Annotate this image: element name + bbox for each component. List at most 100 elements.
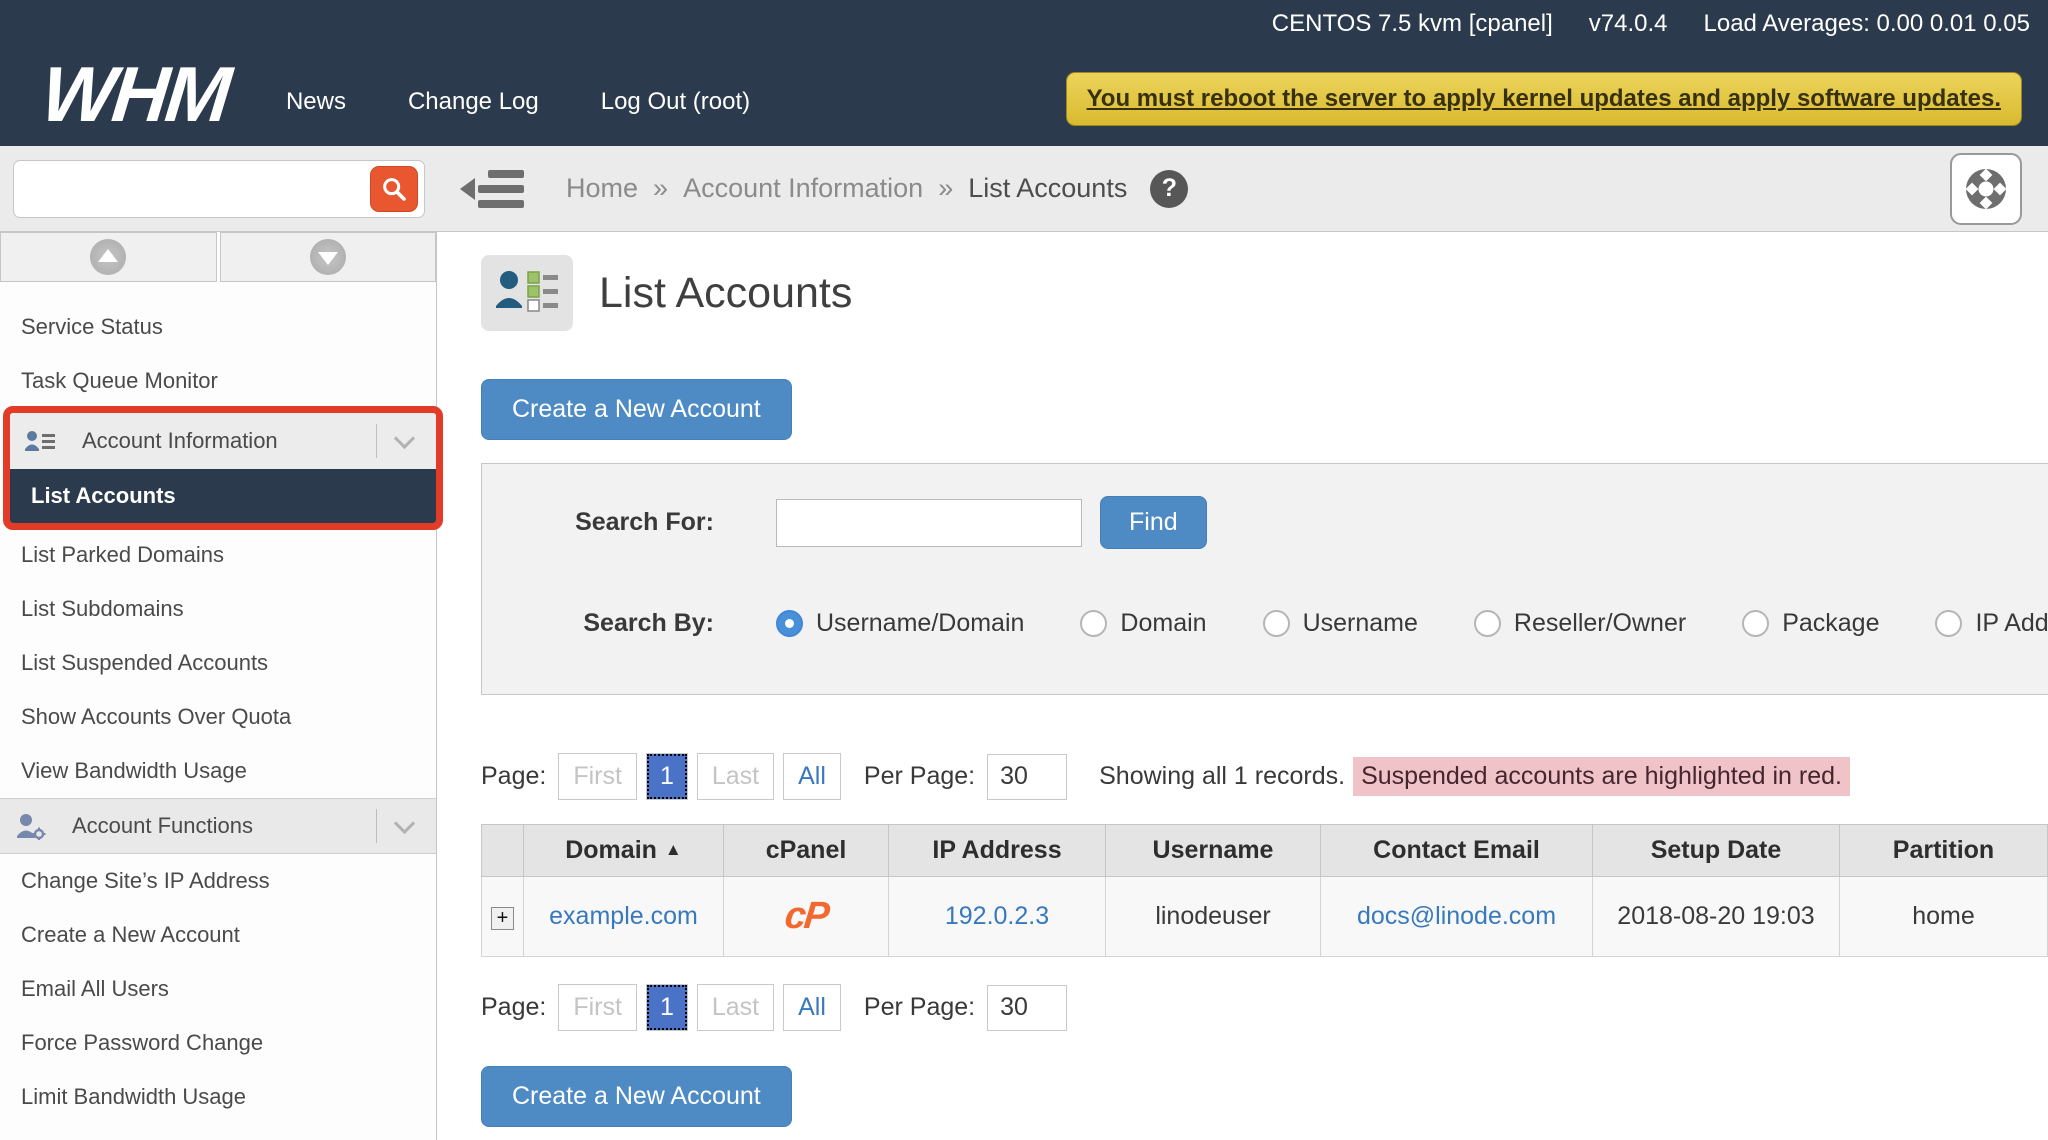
column-header-partition[interactable]: Partition bbox=[1840, 825, 2048, 877]
search-by-options: Username/Domain Domain Username Res bbox=[776, 609, 2048, 638]
breadcrumb-separator: » bbox=[938, 173, 953, 204]
arrow-down-icon bbox=[310, 239, 346, 275]
sidebar-scroll-controls bbox=[0, 232, 436, 282]
username-cell: linodeuser bbox=[1106, 877, 1321, 957]
page-current-button[interactable]: 1 bbox=[646, 753, 688, 800]
radio-package[interactable]: Package bbox=[1742, 609, 1879, 638]
sidebar-item-create-a-new-account[interactable]: Create a New Account bbox=[0, 908, 436, 962]
page-last-button[interactable]: Last bbox=[697, 753, 774, 800]
column-header-username[interactable]: Username bbox=[1106, 825, 1321, 877]
breadcrumb-home[interactable]: Home bbox=[566, 173, 638, 204]
page-current-button[interactable]: 1 bbox=[646, 984, 688, 1031]
sidebar-item-list-suspended-accounts[interactable]: List Suspended Accounts bbox=[0, 636, 436, 690]
search-icon bbox=[380, 175, 408, 203]
sidebar-item-email-all-users[interactable]: Email All Users bbox=[0, 962, 436, 1016]
sidebar: Service Status Task Queue Monitor bbox=[0, 232, 437, 1140]
main-nav: News Change Log Log Out (root) bbox=[286, 88, 750, 146]
sidebar-item-task-queue-monitor[interactable]: Task Queue Monitor bbox=[0, 354, 436, 408]
nav-news[interactable]: News bbox=[286, 88, 346, 116]
cpanel-logo-icon[interactable]: cP bbox=[782, 895, 829, 938]
menu-bars-icon bbox=[478, 170, 524, 208]
per-page-input[interactable] bbox=[987, 754, 1067, 800]
radio-label: Reseller/Owner bbox=[1514, 609, 1686, 638]
page-all-button[interactable]: All bbox=[783, 984, 841, 1031]
sidebar-item-list-subdomains[interactable]: List Subdomains bbox=[0, 582, 436, 636]
sidebar-item-limit-bandwidth-usage[interactable]: Limit Bandwidth Usage bbox=[0, 1070, 436, 1124]
find-button[interactable]: Find bbox=[1100, 496, 1207, 549]
page-all-button[interactable]: All bbox=[783, 753, 841, 800]
title-row: List Accounts bbox=[481, 255, 2048, 331]
sidebar-scroll-down-button[interactable] bbox=[220, 232, 437, 282]
domain-link[interactable]: example.com bbox=[549, 902, 698, 930]
whm-app: WHM News Change Log Log Out (root) CENTO… bbox=[0, 0, 2048, 1140]
radio-domain[interactable]: Domain bbox=[1080, 609, 1206, 638]
radio-reseller-owner[interactable]: Reseller/Owner bbox=[1474, 609, 1686, 638]
page-last-button[interactable]: Last bbox=[697, 984, 774, 1031]
accounts-table: Domain▲ cPanel IP Address Username Conta… bbox=[481, 824, 2048, 957]
sidebar-scroll-up-button[interactable] bbox=[0, 232, 217, 282]
radio-label: Domain bbox=[1120, 609, 1206, 638]
sidebar-item-list-accounts[interactable]: List Accounts bbox=[10, 469, 436, 523]
sidebar-item-service-status[interactable]: Service Status bbox=[0, 300, 436, 354]
sidebar-item-view-bandwidth-usage[interactable]: View Bandwidth Usage bbox=[0, 744, 436, 798]
column-header-ip-address[interactable]: IP Address bbox=[889, 825, 1106, 877]
help-icon[interactable]: ? bbox=[1150, 170, 1188, 208]
row-expander-button[interactable]: + bbox=[491, 907, 514, 930]
pagination-top: Page: First 1 Last All Per Page: Showing… bbox=[481, 753, 2048, 800]
records-note: Showing all 1 records. bbox=[1099, 762, 1345, 791]
contact-email-link[interactable]: docs@linode.com bbox=[1357, 902, 1556, 930]
radio-label: Username/Domain bbox=[816, 609, 1024, 638]
nav-log-out[interactable]: Log Out (root) bbox=[601, 88, 750, 116]
column-header-domain[interactable]: Domain▲ bbox=[524, 825, 724, 877]
breadcrumb-current: List Accounts bbox=[968, 173, 1127, 204]
radio-ip-address[interactable]: IP Address bbox=[1935, 609, 2048, 638]
column-header-contact-email[interactable]: Contact Email bbox=[1321, 825, 1593, 877]
column-header-setup-date[interactable]: Setup Date bbox=[1593, 825, 1840, 877]
sidebar-item-show-accounts-over-quota[interactable]: Show Accounts Over Quota bbox=[0, 690, 436, 744]
sidebar-item-force-password-change[interactable]: Force Password Change bbox=[0, 1016, 436, 1070]
create-account-button-bottom[interactable]: Create a New Account bbox=[481, 1066, 792, 1127]
per-page-input[interactable] bbox=[987, 985, 1067, 1031]
account-search-input[interactable] bbox=[776, 499, 1082, 547]
server-os: CENTOS 7.5 kvm [cpanel] bbox=[1272, 10, 1553, 38]
pagination-bottom: Page: First 1 Last All Per Page: bbox=[481, 984, 2048, 1031]
account-functions-icon bbox=[14, 812, 46, 840]
sidebar-menu: Service Status Task Queue Monitor bbox=[0, 282, 436, 1124]
ip-address-link[interactable]: 192.0.2.3 bbox=[945, 902, 1049, 930]
column-header-cpanel[interactable]: cPanel bbox=[724, 825, 889, 877]
radio-username[interactable]: Username bbox=[1263, 609, 1418, 638]
whm-logo[interactable]: WHM bbox=[37, 49, 233, 140]
page-label: Page: bbox=[481, 993, 546, 1022]
divider bbox=[376, 424, 377, 458]
sidebar-category-label: Account Information bbox=[82, 428, 376, 454]
radio-label: Package bbox=[1782, 609, 1879, 638]
page-first-button[interactable]: First bbox=[558, 984, 637, 1031]
collapse-sidebar-button[interactable] bbox=[460, 170, 524, 208]
radio-icon bbox=[1935, 610, 1962, 637]
page-label: Page: bbox=[481, 762, 546, 791]
search-panel: Search For: Find Search By: Username/Dom… bbox=[481, 463, 2048, 695]
breadcrumb-account-information[interactable]: Account Information bbox=[683, 173, 923, 204]
support-button[interactable] bbox=[1950, 153, 2022, 225]
list-accounts-icon bbox=[481, 255, 573, 331]
nav-change-log[interactable]: Change Log bbox=[408, 88, 539, 116]
server-version: v74.0.4 bbox=[1589, 10, 1668, 38]
sidebar-item-change-sites-ip-address[interactable]: Change Site’s IP Address bbox=[0, 854, 436, 908]
sidebar-search-input[interactable] bbox=[14, 161, 370, 217]
reboot-warning-banner[interactable]: You must reboot the server to apply kern… bbox=[1066, 72, 2022, 126]
sidebar-item-list-parked-domains[interactable]: List Parked Domains bbox=[0, 528, 436, 582]
suspended-note: Suspended accounts are highlighted in re… bbox=[1353, 757, 1850, 796]
sidebar-category-account-functions[interactable]: Account Functions bbox=[0, 798, 436, 854]
search-for-label: Search For: bbox=[482, 508, 714, 537]
create-account-button-top[interactable]: Create a New Account bbox=[481, 379, 792, 440]
load-averages: Load Averages: 0.00 0.01 0.05 bbox=[1704, 10, 2031, 38]
sidebar-category-account-information[interactable]: Account Information bbox=[10, 413, 436, 469]
radio-icon bbox=[1263, 610, 1290, 637]
per-page-label: Per Page: bbox=[864, 762, 975, 791]
radio-icon bbox=[1474, 610, 1501, 637]
page-first-button[interactable]: First bbox=[558, 753, 637, 800]
lifering-icon bbox=[1962, 165, 2010, 213]
radio-username-domain[interactable]: Username/Domain bbox=[776, 609, 1024, 638]
sidebar-search-button[interactable] bbox=[370, 166, 418, 212]
breadcrumb-bar: Home » Account Information » List Accoun… bbox=[0, 146, 2048, 232]
